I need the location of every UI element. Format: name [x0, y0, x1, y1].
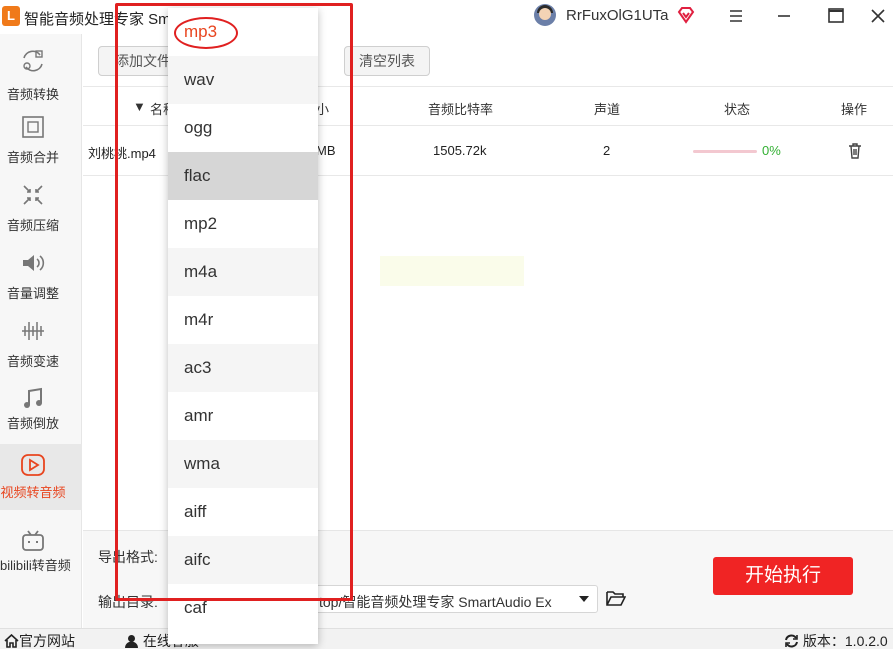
- output-dir-select[interactable]: top/智能音频处理专家 SmartAudio Ex: [298, 585, 598, 613]
- file-size: MB: [316, 143, 336, 158]
- format-option-mp2[interactable]: mp2: [168, 200, 318, 248]
- format-option-aiff[interactable]: aiff: [168, 488, 318, 536]
- version-label: 版本：1.0.2.0: [802, 633, 888, 649]
- volume-icon: [23, 255, 45, 271]
- col-bitrate-header: 音频比特率: [428, 102, 494, 117]
- play-icon: [21, 454, 45, 476]
- col-action-header: 操作: [841, 102, 868, 117]
- status-bar: 官方网站 在线客服 版本：1.0.2.0: [0, 628, 893, 649]
- app-title: 智能音频处理专家 Sm: [24, 11, 171, 28]
- format-dropdown-list[interactable]: mp3 wav ogg flac mp2 m4a m4r ac3 amr wma aiff aifc c…: [168, 8, 318, 644]
- version-info[interactable]: 版本：1.0.2.0: [784, 631, 888, 649]
- audio-compress-icon: [23, 185, 43, 205]
- start-button[interactable]: 开始执行: [713, 557, 853, 595]
- sidebar-item-bilibili[interactable]: bilibili转音频: [0, 520, 82, 586]
- home-icon: [4, 633, 19, 648]
- bilibili-icon: [22, 530, 44, 551]
- sidebar-item-label: bilibili转音频: [0, 558, 71, 573]
- progress-bar: [693, 150, 757, 153]
- progress-text: 0%: [762, 143, 781, 158]
- sidebar-item-label: 音频倒放: [6, 416, 59, 431]
- format-option-aifc[interactable]: aifc: [168, 536, 318, 584]
- app-logo: L: [2, 6, 20, 26]
- clear-list-button[interactable]: 清空列表: [344, 46, 430, 76]
- sidebar: 音频转换 音频合并 音频压缩 音量调整 音频变速 音频倒放 视频转音频 bili…: [0, 34, 82, 630]
- col-channels-header: 声道: [594, 102, 621, 117]
- format-option-ac3[interactable]: ac3: [168, 344, 318, 392]
- folder-icon[interactable]: [606, 589, 626, 607]
- sidebar-item-label: 视频转音频: [0, 485, 66, 500]
- output-dir-label: 输出目录:: [98, 594, 158, 610]
- sidebar-item-audio-compress[interactable]: 音频压缩: [0, 174, 82, 240]
- chevron-down-icon[interactable]: [579, 596, 589, 602]
- file-channels: 2: [603, 143, 611, 158]
- sidebar-item-label: 音频转换: [6, 87, 59, 102]
- sidebar-item-video-to-audio[interactable]: 视频转音频: [0, 444, 82, 510]
- maximize-icon[interactable]: [822, 4, 850, 28]
- file-bitrate: 1505.72k: [433, 143, 487, 158]
- format-option-wma[interactable]: wma: [168, 440, 318, 488]
- official-website-label: 官方网站: [19, 633, 75, 649]
- sidebar-item-audio-merge[interactable]: 音频合并: [0, 106, 82, 172]
- format-option-amr[interactable]: amr: [168, 392, 318, 440]
- audio-convert-icon: [23, 50, 43, 72]
- format-option-m4r[interactable]: m4r: [168, 296, 318, 344]
- watermark: [380, 256, 524, 286]
- format-option-ogg[interactable]: ogg: [168, 104, 318, 152]
- title-bar: L 智能音频处理专家 Sm RrFuxOlG1UTa: [0, 0, 893, 34]
- user-icon: [125, 635, 138, 648]
- sidebar-item-label: 音频合并: [6, 150, 59, 165]
- official-website-link[interactable]: 官方网站: [4, 631, 75, 649]
- sidebar-item-reverse[interactable]: 音频倒放: [0, 378, 82, 444]
- trash-icon[interactable]: [847, 142, 863, 160]
- sidebar-item-label: 音频变速: [6, 354, 59, 369]
- sidebar-item-label: 音量调整: [6, 286, 59, 301]
- sidebar-item-label: 音频压缩: [6, 218, 59, 233]
- refresh-icon: [785, 634, 798, 648]
- sidebar-item-audio-convert[interactable]: 音频转换: [0, 40, 82, 106]
- vip-diamond-icon[interactable]: [677, 6, 695, 24]
- user-avatar[interactable]: [534, 4, 556, 26]
- sort-arrow-icon[interactable]: ▼: [133, 99, 146, 114]
- close-icon[interactable]: [864, 4, 892, 28]
- output-dir-value: top/智能音频处理专家 SmartAudio Ex: [319, 594, 552, 610]
- username[interactable]: RrFuxOlG1UTa: [566, 7, 669, 24]
- menu-icon[interactable]: [722, 4, 750, 28]
- export-format-label: 导出格式:: [98, 549, 158, 565]
- sidebar-item-volume[interactable]: 音量调整: [0, 242, 82, 308]
- music-note-icon: [24, 387, 42, 408]
- col-status-header: 状态: [724, 102, 751, 117]
- format-option-flac[interactable]: flac: [168, 152, 318, 200]
- format-option-m4a[interactable]: m4a: [168, 248, 318, 296]
- format-option-mp3[interactable]: mp3: [168, 8, 318, 56]
- format-option-wav[interactable]: wav: [168, 56, 318, 104]
- minimize-icon[interactable]: [770, 4, 798, 28]
- audio-merge-icon: [22, 116, 44, 138]
- file-name: 刘桃桃.mp4: [88, 146, 156, 161]
- sidebar-item-speed[interactable]: 音频变速: [0, 310, 82, 376]
- format-option-caf[interactable]: caf: [168, 584, 318, 632]
- speed-icon: [22, 322, 44, 340]
